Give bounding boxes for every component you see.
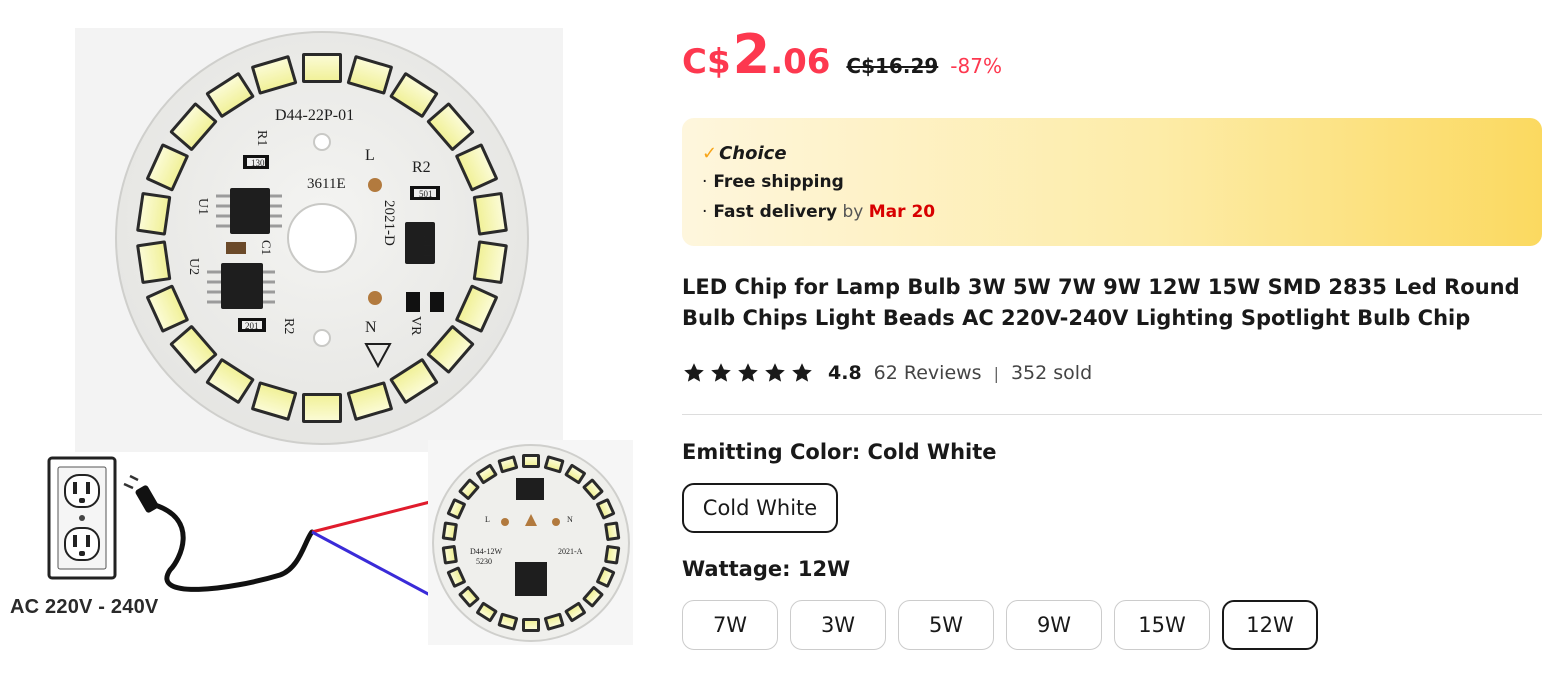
choice-label: Choice [719,142,787,164]
svg-text:3611E: 3611E [307,176,346,192]
product-image[interactable]: D44-22P-01 3611E 130 501 201 R2 L N 2021… [0,0,655,680]
choice-title: ✓ Choice [702,140,1522,166]
svg-text:2021-A: 2021-A [558,547,583,556]
svg-text:130: 130 [251,158,265,168]
emitting-color-label: Emitting Color: Cold White [682,440,997,464]
svg-text:N: N [567,515,573,524]
sold-count: 352 sold [1010,362,1093,384]
wattage-option-12w[interactable]: 12W [1222,600,1318,650]
separator: | [993,363,999,383]
wattage-option-3w[interactable]: 3W [790,600,886,650]
delivery-by: by [842,202,864,222]
svg-text:VR: VR [408,316,423,336]
led-chip [472,192,508,236]
svg-text:R1: R1 [254,130,269,146]
board-main-model: D44-22P-01 [275,107,354,124]
led-chip [441,545,458,565]
svg-text:L: L [365,147,375,164]
star-rating [682,361,814,385]
delivery-date: Mar 20 [868,202,936,222]
rating-score: 4.8 [828,362,862,384]
free-shipping-line: · Free shipping [702,172,1522,196]
price-currency: C$ [682,42,731,82]
led-chip [136,240,172,284]
star-icon [792,363,812,382]
svg-text:N: N [365,319,377,336]
fast-delivery-label: Fast delivery [713,202,838,222]
svg-text:DB1: DB1 [421,234,436,259]
emitting-color-value: Cold White [867,440,997,464]
led-chip [604,545,621,565]
product-photo: D44-22P-01 3611E 130 501 201 R2 L N 2021… [47,28,633,645]
svg-text:2021-D: 2021-D [381,200,397,246]
wattage-option-9w[interactable]: 9W [1006,600,1102,650]
check-icon: ✓ [702,142,718,164]
price-row: C$ 2 .06 C$16.29 -87% [682,28,1002,94]
svg-text:L: L [485,515,490,524]
product-title: LED Chip for Lamp Bulb 3W 5W 7W 9W 12W 1… [682,275,1520,330]
svg-text:D44-12W: D44-12W [470,547,502,556]
reviews-link[interactable]: 62 Reviews [874,362,982,384]
original-price: C$16.29 [846,54,939,78]
wattage-option-7w[interactable]: 7W [682,600,778,650]
free-shipping-label: Free shipping [713,172,844,192]
svg-text:R2: R2 [412,159,431,176]
voltage-caption: AC 220V - 240V [10,596,159,618]
svg-text:C1: C1 [259,240,274,255]
wall-outlet [47,456,117,580]
wattage-option-15w[interactable]: 15W [1114,600,1210,650]
svg-text:501: 501 [419,189,433,199]
color-option-cold-white[interactable]: Cold White [682,483,838,533]
fast-delivery-line: · Fast delivery by Mar 20 [702,202,1522,226]
bullet: · [702,172,708,192]
product-info: C$ 2 .06 C$16.29 -87% ✓ Choice · Free shi… [682,0,1542,680]
led-board-small [432,444,630,642]
bullet: · [702,202,708,222]
price-decimal: .06 [770,42,831,82]
star-icon [684,363,704,382]
rating-row[interactable]: 4.8 62 Reviews | 352 sold [682,356,1092,390]
divider [682,414,1542,415]
svg-text:201: 201 [245,321,259,331]
led-chip [441,521,458,541]
led-chip [302,53,342,83]
led-chip [136,192,172,236]
discount-badge: -87% [950,54,1002,78]
wattage-label: Wattage: 12W [682,557,851,581]
choice-banner[interactable]: ✓ Choice · Free shipping · Fast delivery b… [682,118,1542,246]
led-chip [522,618,540,632]
led-chip [472,240,508,284]
star-icon [711,363,731,382]
wattage-value: 12W [797,557,851,581]
svg-text:U1: U1 [195,198,210,215]
star-icon [738,363,758,382]
price-integer: 2 [732,23,771,86]
power-plug [123,474,159,513]
star-icon [765,363,785,382]
wattage-option-5w[interactable]: 5W [898,600,994,650]
svg-text:5230: 5230 [476,557,492,566]
svg-text:R2: R2 [281,318,296,334]
svg-text:U2: U2 [186,258,201,275]
led-chip [604,521,621,541]
led-chip [522,454,540,468]
led-chip [302,393,342,423]
